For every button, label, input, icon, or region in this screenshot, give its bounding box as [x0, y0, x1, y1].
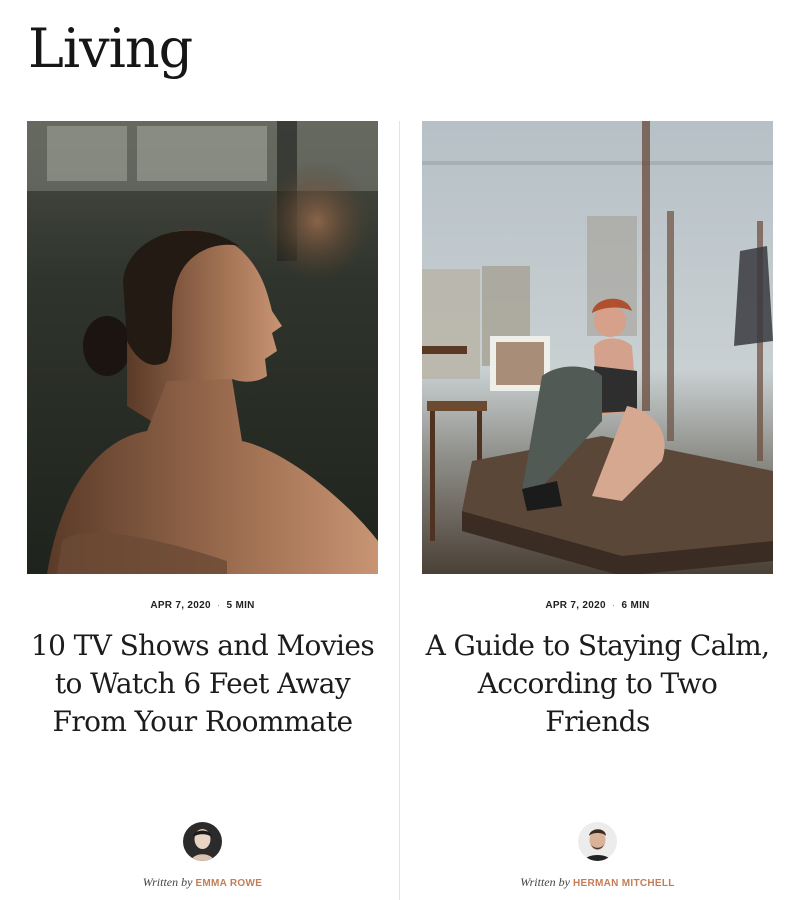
byline: Written by EMMA ROWE	[27, 874, 378, 892]
article-meta: APR 7, 2020 · 5 MIN	[27, 599, 378, 613]
byline-prefix: Written by	[520, 875, 570, 889]
article-read-time: 5 MIN	[226, 600, 255, 611]
author-avatar[interactable]	[183, 822, 222, 861]
author-name-link[interactable]: HERMAN MITCHELL	[573, 878, 675, 889]
byline: Written by HERMAN MITCHELL	[422, 874, 773, 892]
article-title[interactable]: 10 TV Shows and Movies to Watch 6 Feet A…	[27, 627, 378, 741]
article-read-time: 6 MIN	[621, 600, 650, 611]
meta-separator: ·	[216, 600, 221, 611]
byline-prefix: Written by	[142, 875, 193, 889]
section-title: Living	[28, 17, 193, 80]
article-title[interactable]: A Guide to Staying Calm, According to Tw…	[422, 627, 773, 741]
column-divider	[399, 121, 400, 900]
article-date: APR 7, 2020	[545, 600, 606, 611]
meta-separator: ·	[611, 600, 616, 611]
author-name-link[interactable]: EMMA ROWE	[195, 878, 262, 889]
author-avatar[interactable]	[578, 822, 617, 861]
article-card: APR 7, 2020 · 5 MIN 10 TV Shows and Movies…	[27, 121, 378, 889]
article-date: APR 7, 2020	[150, 600, 211, 611]
article-card: APR 7, 2020 · 6 MIN A Guide to Staying Cal…	[422, 121, 773, 889]
article-image[interactable]	[27, 121, 378, 574]
article-image[interactable]	[422, 121, 773, 574]
article-meta: APR 7, 2020 · 6 MIN	[422, 599, 773, 613]
